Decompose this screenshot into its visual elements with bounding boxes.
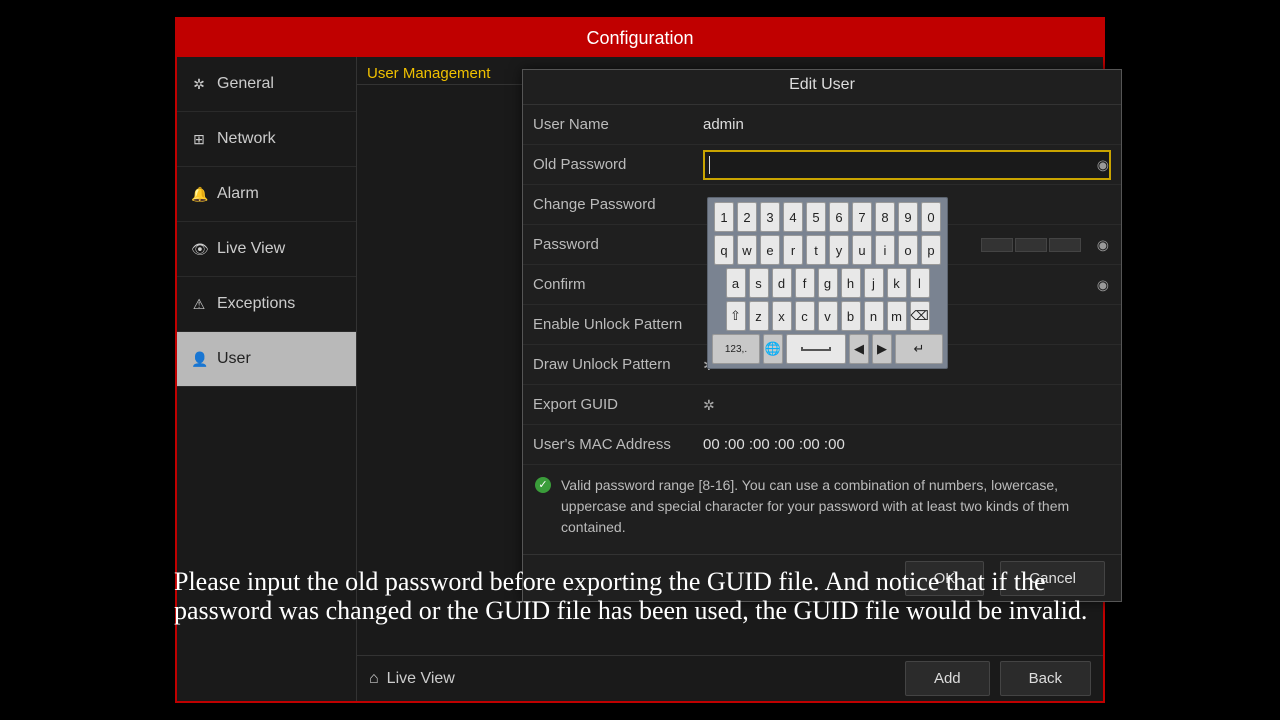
key-q[interactable]: q <box>714 235 734 265</box>
label-enable-unlock: Enable Unlock Pattern <box>533 316 682 333</box>
key-f[interactable]: f <box>795 268 815 298</box>
key-2[interactable]: 2 <box>737 202 757 232</box>
value-mac[interactable]: 00 :00 :00 :00 :00 :00 <box>703 436 1111 453</box>
label-export-guid: Export GUID <box>533 396 703 413</box>
password-hint: Valid password range [8-16]. You can use… <box>561 475 1109 538</box>
footer-liveview[interactable]: Live View <box>387 670 455 688</box>
window-title: Configuration <box>177 19 1103 57</box>
dialog-title: Edit User <box>523 70 1121 105</box>
check-icon: ✓ <box>535 477 551 493</box>
sidebar-item-label: Exceptions <box>217 295 295 313</box>
value-username: admin <box>703 116 1111 133</box>
key-i[interactable]: i <box>875 235 895 265</box>
key-4[interactable]: 4 <box>783 202 803 232</box>
warning-icon: ⚠ <box>191 296 207 313</box>
key-n[interactable]: n <box>864 301 884 331</box>
on-screen-keyboard: 1234567890 qwertyuiop asdfghjkl ⇧zxcvbnm… <box>707 197 948 369</box>
gear-icon: ✲ <box>191 76 207 93</box>
eye-icon[interactable]: ◉ <box>1097 276 1109 293</box>
old-password-input[interactable] <box>703 150 1111 180</box>
label-old-password: Old Password <box>533 156 703 173</box>
password-strength-meter <box>981 238 1081 252</box>
home-icon: ⌂ <box>369 670 379 688</box>
label-confirm: Confirm <box>533 276 703 293</box>
key-y[interactable]: y <box>829 235 849 265</box>
key-8[interactable]: 8 <box>875 202 895 232</box>
network-icon: ⊞ <box>191 131 207 148</box>
key-u[interactable]: u <box>852 235 872 265</box>
sidebar-item-network[interactable]: ⊞ Network <box>177 112 356 167</box>
eye-icon: 👁 <box>191 241 207 258</box>
key-p[interactable]: p <box>921 235 941 265</box>
key-globe[interactable]: 🌐 <box>763 334 783 364</box>
label-change-password: Change Password <box>533 196 703 213</box>
key-v[interactable]: v <box>818 301 838 331</box>
key-w[interactable]: w <box>737 235 757 265</box>
key-right[interactable]: ▶ <box>872 334 892 364</box>
sidebar-item-label: Alarm <box>217 185 259 203</box>
key-x[interactable]: x <box>772 301 792 331</box>
key-symbols[interactable]: 123,. <box>712 334 760 364</box>
sidebar-item-user[interactable]: 👤 User <box>177 332 356 387</box>
label-username: User Name <box>533 116 703 133</box>
key-t[interactable]: t <box>806 235 826 265</box>
key-b[interactable]: b <box>841 301 861 331</box>
key-h[interactable]: h <box>841 268 861 298</box>
key-space[interactable] <box>786 334 846 364</box>
label-draw-unlock: Draw Unlock Pattern <box>533 356 703 373</box>
key-backspace[interactable]: ⌫ <box>910 301 930 331</box>
footer-bar: ⌂ Live View Add Back <box>357 655 1103 701</box>
key-k[interactable]: k <box>887 268 907 298</box>
key-left[interactable]: ◀ <box>849 334 869 364</box>
key-o[interactable]: o <box>898 235 918 265</box>
key-e[interactable]: e <box>760 235 780 265</box>
key-m[interactable]: m <box>887 301 907 331</box>
eye-icon[interactable]: ◉ <box>1097 156 1109 173</box>
key-a[interactable]: a <box>726 268 746 298</box>
user-icon: 👤 <box>191 351 207 368</box>
gear-icon[interactable]: ✲ <box>703 397 719 413</box>
key-5[interactable]: 5 <box>806 202 826 232</box>
key-7[interactable]: 7 <box>852 202 872 232</box>
eye-icon[interactable]: ◉ <box>1097 236 1109 253</box>
key-6[interactable]: 6 <box>829 202 849 232</box>
label-password: Password <box>533 236 703 253</box>
key-r[interactable]: r <box>783 235 803 265</box>
key-0[interactable]: 0 <box>921 202 941 232</box>
key-9[interactable]: 9 <box>898 202 918 232</box>
sidebar-item-label: Network <box>217 130 276 148</box>
sidebar-item-exceptions[interactable]: ⚠ Exceptions <box>177 277 356 332</box>
label-mac: User's MAC Address <box>533 436 703 453</box>
key-l[interactable]: l <box>910 268 930 298</box>
sidebar-item-general[interactable]: ✲ General <box>177 57 356 112</box>
key-1[interactable]: 1 <box>714 202 734 232</box>
add-button[interactable]: Add <box>905 661 990 696</box>
key-z[interactable]: z <box>749 301 769 331</box>
key-3[interactable]: 3 <box>760 202 780 232</box>
key-d[interactable]: d <box>772 268 792 298</box>
key-g[interactable]: g <box>818 268 838 298</box>
sidebar-item-liveview[interactable]: 👁 Live View <box>177 222 356 277</box>
key-j[interactable]: j <box>864 268 884 298</box>
key-c[interactable]: c <box>795 301 815 331</box>
back-button[interactable]: Back <box>1000 661 1091 696</box>
sidebar-item-label: General <box>217 75 274 93</box>
sidebar-item-label: Live View <box>217 240 285 258</box>
caption-overlay: Please input the old password before exp… <box>174 568 1114 625</box>
key-shift[interactable]: ⇧ <box>726 301 746 331</box>
bell-icon: 🔔 <box>191 186 207 203</box>
key-s[interactable]: s <box>749 268 769 298</box>
key-enter[interactable]: ↵ <box>895 334 943 364</box>
sidebar-item-label: User <box>217 350 251 368</box>
sidebar-item-alarm[interactable]: 🔔 Alarm <box>177 167 356 222</box>
